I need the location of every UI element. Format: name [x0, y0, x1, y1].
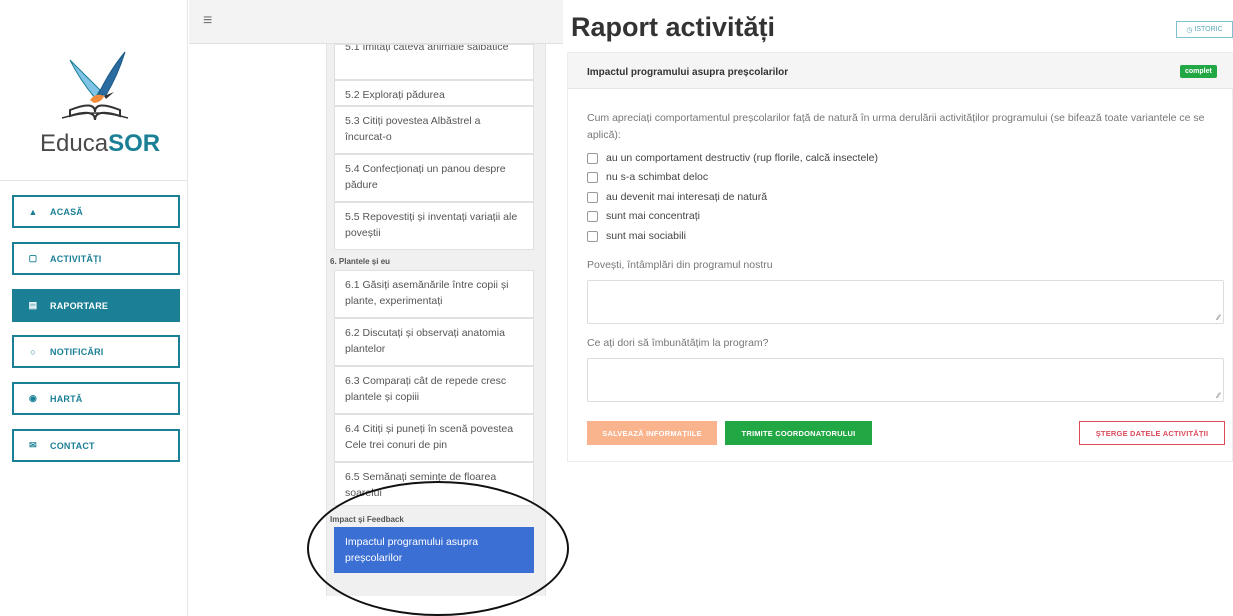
- checkbox[interactable]: [587, 171, 598, 183]
- save-button[interactable]: SALVEAZĂ INFORMAȚIILE: [587, 421, 717, 445]
- improve-textarea[interactable]: ∕∕: [587, 358, 1224, 402]
- activity-item-5-2[interactable]: 5.2 Explorați pădurea: [334, 80, 534, 106]
- option-interesati[interactable]: au devenit mai interesați de natură: [587, 191, 767, 203]
- option-label: sunt mai sociabili: [606, 230, 686, 242]
- option-sociabili[interactable]: sunt mai sociabili: [587, 230, 686, 242]
- activity-item-6-2[interactable]: 6.2 Discutați și observați anatomia plan…: [334, 318, 534, 366]
- sidebar-item-notificari[interactable]: ○ NOTIFICĂRI: [12, 335, 180, 368]
- option-label: au un comportament destructiv (rup flori…: [606, 152, 878, 164]
- activity-item-5-4[interactable]: 5.4 Confecționați un panou despre pădure: [334, 154, 534, 202]
- activity-item-6-5[interactable]: 6.5 Semănați semințe de floarea soarelui: [334, 462, 534, 506]
- improve-label: Ce ați dori să îmbunătățim la program?: [587, 337, 769, 349]
- group-label-impact: Impact și Feedback: [330, 515, 404, 524]
- page-title: Raport activități: [571, 12, 776, 42]
- history-icon: ◷: [1186, 26, 1193, 34]
- checkbox[interactable]: [587, 152, 598, 164]
- istoric-button[interactable]: ◷ ISTORIC: [1176, 21, 1233, 38]
- sidebar-item-label: CONTACT: [50, 440, 95, 451]
- sidebar-item-label: NOTIFICĂRI: [50, 346, 104, 357]
- calendar-icon: ▢: [28, 253, 38, 263]
- resize-handle-icon[interactable]: ∕∕: [1217, 391, 1220, 400]
- bell-icon: ○: [30, 346, 36, 357]
- sidebar-item-activitati[interactable]: ▢ ACTIVITĂȚI: [12, 242, 180, 275]
- stories-label: Povești, întâmplări din programul nostru: [587, 259, 773, 271]
- checkbox[interactable]: [587, 191, 598, 203]
- report-card: Impactul programului asupra preșcolarilo…: [567, 52, 1233, 462]
- hamburger-menu-icon[interactable]: ≡: [203, 12, 212, 30]
- option-neschimbat[interactable]: nu s-a schimbat deloc: [587, 171, 708, 183]
- send-coordinator-button[interactable]: TRIMITE COORDONATORULUI: [725, 421, 872, 445]
- card-title: Impactul programului asupra preșcolarilo…: [587, 67, 789, 78]
- map-pin-icon: ◉: [28, 393, 38, 403]
- sidebar-item-label: ACASĂ: [50, 206, 84, 217]
- top-bar: ≡: [189, 0, 563, 44]
- card-header: Impactul programului asupra preșcolarilo…: [568, 53, 1233, 89]
- activity-item-5-5[interactable]: 5.5 Repovestiți și inventați variații al…: [334, 202, 534, 250]
- activity-item-6-1[interactable]: 6.1 Găsiți asemănările între copii și pl…: [334, 270, 534, 318]
- sidebar-item-label: RAPORTARE: [50, 300, 109, 311]
- checkbox[interactable]: [587, 210, 598, 222]
- checkbox[interactable]: [587, 230, 598, 242]
- status-badge: complet: [1180, 65, 1217, 78]
- sidebar-item-label: ACTIVITĂȚI: [50, 253, 102, 264]
- sidebar-divider: [0, 180, 188, 181]
- sidebar-item-acasa[interactable]: ▲ ACASĂ: [12, 195, 180, 228]
- resize-handle-icon[interactable]: ∕∕: [1217, 313, 1220, 322]
- group-label-plantele: 6. Plantele și eu: [330, 257, 391, 266]
- sidebar-item-raportare[interactable]: ▤ RAPORTARE: [12, 289, 180, 322]
- activity-item-5-1[interactable]: 5.1 Imitați câteva animale sălbatice: [334, 44, 534, 80]
- istoric-label: ISTORIC: [1194, 26, 1223, 33]
- option-label: sunt mai concentrați: [606, 210, 700, 222]
- report-icon: ▤: [28, 300, 38, 310]
- home-icon: ▲: [28, 206, 38, 217]
- logo-text: EducaSOR: [40, 130, 161, 157]
- activity-item-6-3[interactable]: 6.3 Comparați cât de repede cresc plante…: [334, 366, 534, 414]
- sidebar-item-label: HARTĂ: [50, 393, 83, 404]
- sidebar-item-contact[interactable]: ✉ CONTACT: [12, 429, 180, 462]
- educasor-logo[interactable]: EducaSOR: [40, 40, 161, 170]
- option-label: nu s-a schimbat deloc: [606, 171, 709, 183]
- delete-activity-button[interactable]: ȘTERGE DATELE ACTIVITĂȚII: [1079, 421, 1225, 445]
- sidebar: EducaSOR ▲ ACASĂ ▢ ACTIVITĂȚI ▤ RAPORTAR…: [0, 0, 188, 616]
- activity-item-6-4[interactable]: 6.4 Citiți și puneți în scenă povestea C…: [334, 414, 534, 462]
- activity-item-impact-selected[interactable]: Impactul programului asupra preșcolarilo…: [334, 527, 534, 573]
- bird-book-logo-icon: [61, 51, 129, 121]
- sidebar-item-harta[interactable]: ◉ HARTĂ: [12, 382, 180, 415]
- activity-item-5-3[interactable]: 5.3 Citiți povestea Albăstrel a încurcat…: [334, 106, 534, 154]
- stories-textarea[interactable]: ∕∕: [587, 280, 1224, 324]
- question-text: Cum apreciați comportamentul preșcolaril…: [587, 112, 1205, 141]
- option-destructiv[interactable]: au un comportament destructiv (rup flori…: [587, 152, 878, 164]
- option-concentrati[interactable]: sunt mai concentrați: [587, 210, 700, 222]
- option-label: au devenit mai interesați de natură: [606, 191, 768, 203]
- envelope-icon: ✉: [29, 440, 37, 450]
